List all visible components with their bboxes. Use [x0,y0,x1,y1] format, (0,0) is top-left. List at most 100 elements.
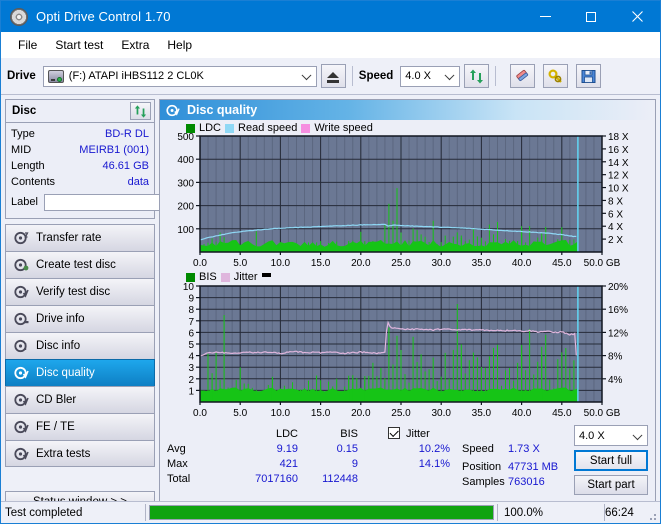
svg-text:4%: 4% [608,375,623,386]
sidebar-item-label: Disc quality [36,367,95,379]
svg-text:100: 100 [177,225,194,236]
legend-swatch-write-speed [301,123,311,133]
speed-select[interactable]: 4.0 X [400,65,461,87]
menu-start-test[interactable]: Start test [46,35,112,55]
page-title: Disc quality [187,103,258,117]
svg-text:14 X: 14 X [608,158,629,169]
svg-text:10 X: 10 X [608,184,629,195]
save-button[interactable] [576,64,602,88]
position-stat-label: Position [462,461,502,473]
svg-text:7: 7 [188,317,194,328]
key-button[interactable] [543,64,569,88]
svg-text:6 X: 6 X [608,209,623,220]
svg-text:20.0: 20.0 [351,258,371,269]
sidebar-item-create-test-disc[interactable]: Create test disc [5,251,155,278]
maximize-button[interactable] [568,1,614,32]
sidebar-item-label: Extra tests [36,447,91,460]
svg-text:5.0: 5.0 [233,258,247,269]
eject-button[interactable] [320,64,346,88]
svg-text:1: 1 [188,386,194,397]
legend-swatch-jitter [220,272,230,282]
refresh-button[interactable] [464,64,490,88]
start-part-button[interactable]: Start part [574,475,648,495]
svg-text:4 X: 4 X [608,222,623,233]
disc-contents-value: data [127,176,149,188]
disc-refresh-button[interactable] [130,102,151,120]
chevron-down-icon [301,70,312,81]
menu-extra[interactable]: Extra [112,35,158,55]
jitter-checkbox[interactable] [388,427,400,439]
bis-chart-legend: BIS Jitter [186,271,271,283]
disc-label-row: Label [11,191,212,213]
cd-bler-icon [13,393,30,408]
svg-text:18 X: 18 X [608,132,629,143]
svg-text:3: 3 [188,363,194,374]
disc-quality-icon [13,366,30,381]
bis-chart-svg: 12345678910 4% 8% 12% 16% 20% 0.0 5.0 10.0 15.0 20… [183,282,628,419]
disc-verify-icon [13,285,30,300]
sidebar-item-cd-bler[interactable]: CD Bler [5,386,155,413]
disc-length-value: 46.61 GB [102,160,149,172]
svg-text:9: 9 [188,294,194,305]
svg-text:8 X: 8 X [608,196,623,207]
disc-panel-header: Disc [6,100,154,123]
svg-text:6: 6 [188,328,194,339]
sidebar-item-label: Create test disc [36,259,116,271]
start-full-button[interactable]: Start full [574,450,648,471]
svg-text:10.0: 10.0 [271,258,291,269]
disc-row-contents: Contents data [11,174,149,190]
stat-col-bis-header: BIS [340,428,358,440]
stat-jitter-max: 14.1% [418,458,450,470]
disc-test-icon [13,231,30,246]
sidebar-item-transfer-rate[interactable]: Transfer rate [5,224,155,251]
test-speed-select[interactable]: 4.0 X [574,425,648,446]
legend-label-write-speed: Write speed [314,122,373,134]
svg-text:4: 4 [188,352,194,363]
status-message: Test completed [5,506,83,519]
sidebar-item-fe-te[interactable]: FE / TE [5,413,155,440]
refresh-icon [470,69,484,83]
elapsed-time: 66:24 [605,506,634,519]
legend-swatch-bis [186,272,195,282]
svg-text:25.0: 25.0 [391,258,411,269]
disc-contents-label: Contents [11,176,56,188]
sidebar-item-label: Verify test disc [36,286,111,298]
stat-ldc-max: 421 [279,458,298,470]
sidebar-item-disc-info[interactable]: Disc info [5,332,155,359]
progress-bar [149,505,494,520]
eraser-icon [516,69,528,81]
stat-bis-total: 112448 [322,473,358,485]
svg-text:12 X: 12 X [608,171,629,182]
samples-stat-label: Samples [462,476,505,488]
sidebar-item-label: FE / TE [36,421,75,433]
sidebar-item-label: Drive info [36,313,85,325]
stat-col-ldc-header: LDC [275,428,298,440]
menu-help[interactable]: Help [158,35,201,55]
disc-panel-title: Disc [12,105,37,117]
samples-stat-value: 763016 [508,476,545,488]
sidebar-item-extra-tests[interactable]: Extra tests [5,440,155,467]
disc-mid-value: MEIRB1 (001) [79,144,149,156]
disc-type-value: BD-R DL [104,128,149,140]
eraser-button[interactable] [510,64,536,88]
sidebar-item-drive-info[interactable]: Drive info [5,305,155,332]
close-icon [631,11,643,22]
drive-label: Drive [7,70,36,82]
resize-grip[interactable] [646,502,660,523]
stat-row-max-label: Max [167,458,188,470]
drive-select[interactable]: (F:) ATAPI iHBS112 2 CL0K [42,65,317,87]
speed-stat-value: 1.73 X [508,443,540,455]
statistics-panel: Avg Max Total LDC 9.19 421 7017160 BIS 0… [160,420,655,495]
drive-info-icon [13,312,30,327]
disc-length-label: Length [11,160,45,172]
svg-text:30.0: 30.0 [431,258,451,269]
menu-file[interactable]: File [9,35,46,55]
svg-text:15.0: 15.0 [311,258,331,269]
minimize-button[interactable] [522,1,568,32]
sidebar-item-disc-quality[interactable]: Disc quality [5,359,155,386]
svg-text:25.0: 25.0 [391,408,411,419]
svg-text:5.0: 5.0 [233,408,247,419]
close-button[interactable] [614,1,660,32]
sidebar-item-verify-test-disc[interactable]: Verify test disc [5,278,155,305]
svg-text:0.0: 0.0 [193,258,207,269]
